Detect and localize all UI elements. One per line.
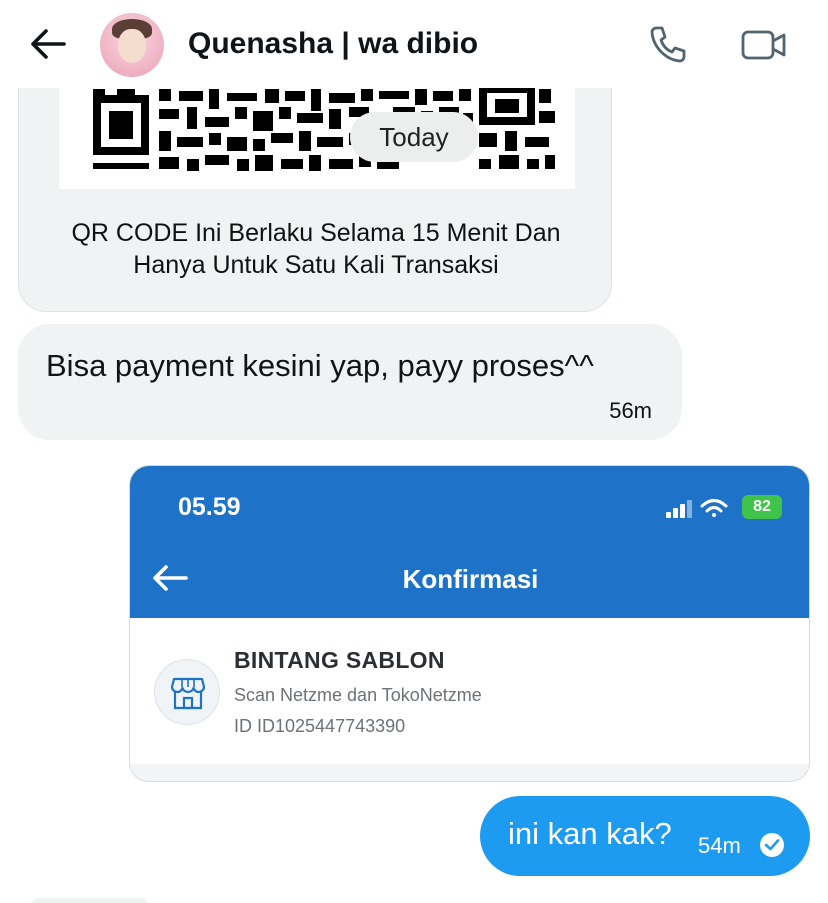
seen-check-icon bbox=[760, 833, 784, 857]
date-divider: Today bbox=[350, 112, 478, 162]
incoming-message-bubble-partial bbox=[30, 898, 150, 903]
back-button[interactable] bbox=[28, 26, 68, 62]
status-bar-time: 05.59 bbox=[178, 493, 241, 521]
merchant-avatar bbox=[154, 659, 220, 725]
avatar[interactable] bbox=[100, 13, 164, 77]
screenshot-image-message[interactable]: 05.59 82 Konfirmasi BINTANG SABLON Scan … bbox=[129, 465, 810, 782]
battery-icon: 82 bbox=[742, 495, 782, 519]
merchant-subtitle: Scan Netzme dan TokoNetzme bbox=[234, 685, 482, 705]
video-call-button[interactable] bbox=[740, 26, 788, 64]
message-text: ini kan kak? bbox=[508, 816, 672, 851]
merchant-name: BINTANG SABLON bbox=[234, 647, 445, 673]
phone-icon bbox=[650, 26, 686, 63]
avatar-face bbox=[118, 29, 146, 63]
qr-caption-line-2: Hanya Untuk Satu Kali Transaksi bbox=[133, 251, 499, 279]
merchant-id: ID ID1025447743390 bbox=[234, 716, 406, 736]
qr-caption: QR CODE Ini Berlaku Selama 15 Menit Dan … bbox=[19, 217, 611, 281]
chat-header: Quenasha | wa dibio bbox=[0, 0, 828, 88]
call-button[interactable] bbox=[646, 22, 690, 66]
screenshot-divider bbox=[130, 764, 809, 781]
outgoing-message-bubble[interactable]: ini kan kak? 54m bbox=[480, 796, 810, 876]
qr-caption-line-1: QR CODE Ini Berlaku Selama 15 Menit Dan bbox=[71, 219, 561, 247]
signal-icon bbox=[666, 500, 692, 518]
video-camera-icon bbox=[741, 30, 786, 60]
message-timestamp: 56m bbox=[609, 398, 652, 423]
storefront-icon bbox=[170, 677, 206, 710]
app-header: 05.59 82 Konfirmasi bbox=[130, 466, 809, 618]
incoming-message-bubble[interactable]: Bisa payment kesini yap, payy proses^^ 5… bbox=[18, 324, 682, 440]
contact-name[interactable]: Quenasha | wa dibio bbox=[188, 27, 478, 61]
message-timestamp: 54m bbox=[698, 833, 741, 858]
screen-title: Konfirmasi bbox=[402, 564, 539, 594]
message-text: Bisa payment kesini yap, payy proses^^ bbox=[46, 348, 594, 383]
wifi-icon bbox=[700, 499, 728, 517]
arrow-left-icon bbox=[31, 29, 66, 59]
